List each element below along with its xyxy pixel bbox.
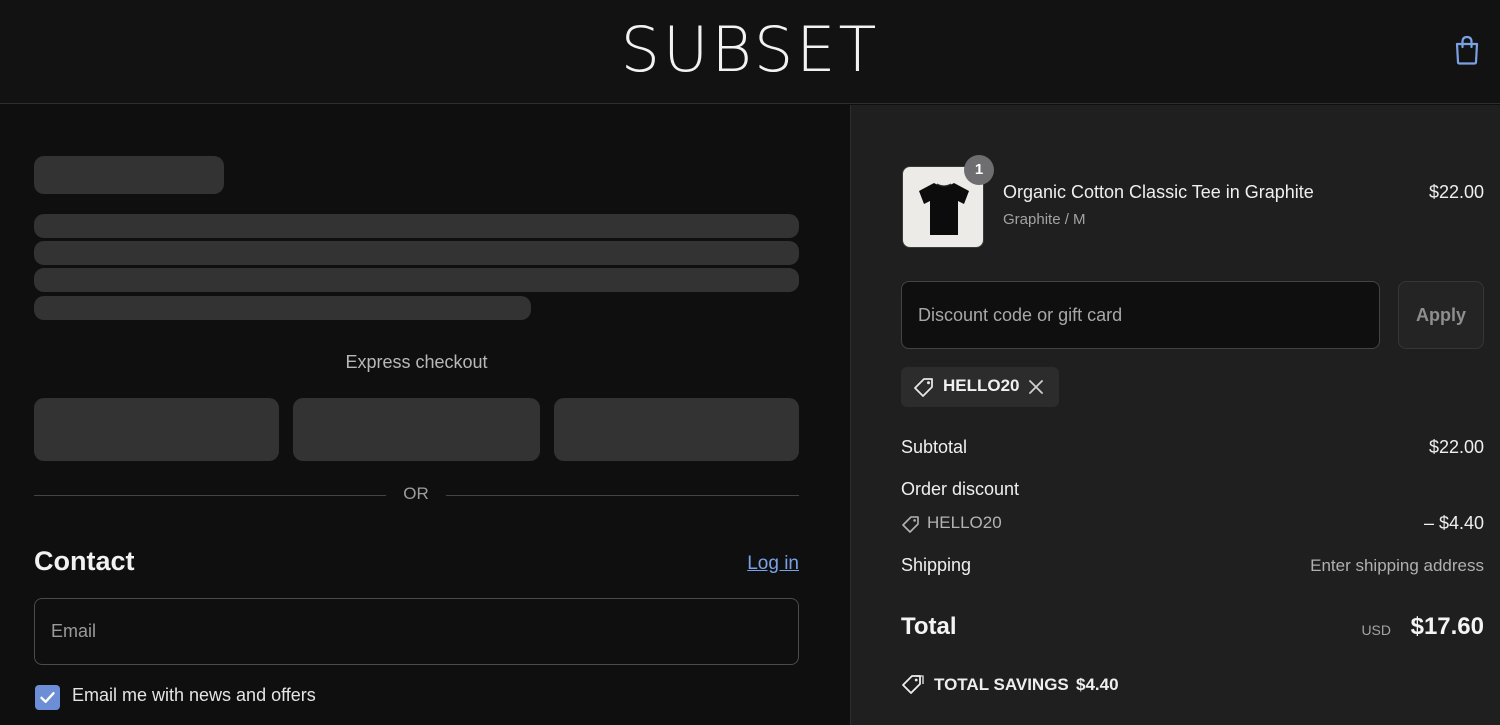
newsletter-checkbox[interactable] bbox=[35, 685, 60, 710]
close-icon[interactable] bbox=[1025, 376, 1047, 398]
order-discount-label: Order discount bbox=[901, 479, 1020, 499]
order-discount-value: – $4.40 bbox=[1423, 513, 1484, 533]
express-checkout-button-3[interactable] bbox=[554, 398, 799, 461]
tag-icon bbox=[914, 378, 933, 397]
total-currency: USD bbox=[1361, 622, 1391, 638]
express-checkout-button-2[interactable] bbox=[293, 398, 540, 461]
product-price: $22.00 bbox=[1428, 182, 1484, 202]
shipping-value: Enter shipping address bbox=[1310, 556, 1484, 575]
or-divider-text: OR bbox=[403, 484, 429, 503]
product-variant: Graphite / M bbox=[1003, 211, 1086, 228]
product-name: Organic Cotton Classic Tee in Graphite bbox=[1003, 182, 1314, 202]
total-label: Total bbox=[901, 613, 957, 640]
skeleton-line bbox=[34, 296, 531, 320]
total-value: $17.60 bbox=[1410, 613, 1484, 640]
shipping-label: Shipping bbox=[901, 555, 972, 575]
applied-discount-chip: HELLO20 bbox=[901, 367, 1059, 407]
site-header: SUBSET bbox=[0, 0, 1500, 104]
skeleton-line bbox=[34, 214, 799, 238]
total-savings-value: $4.40 bbox=[1076, 675, 1119, 694]
quantity-badge: 1 bbox=[964, 155, 994, 185]
login-link[interactable]: Log in bbox=[680, 553, 799, 575]
contact-heading: Contact bbox=[34, 546, 135, 576]
subtotal-value: $22.00 bbox=[1428, 437, 1484, 457]
checkout-form-panel: Express checkout OR Contact Log in Email… bbox=[0, 105, 850, 725]
skeleton-line bbox=[34, 241, 799, 265]
newsletter-label[interactable]: Email me with news and offers bbox=[72, 685, 316, 706]
savings-tag-icon bbox=[902, 675, 924, 694]
order-discount-code: HELLO20 bbox=[927, 513, 1002, 532]
shopping-bag-icon[interactable] bbox=[1453, 35, 1481, 65]
divider-line-right bbox=[446, 495, 799, 496]
express-checkout-button-1[interactable] bbox=[34, 398, 279, 461]
brand-logo[interactable]: SUBSET bbox=[0, 14, 1500, 86]
divider-line-left bbox=[34, 495, 386, 496]
order-summary-panel: 1 Organic Cotton Classic Tee in Graphite… bbox=[850, 105, 1500, 725]
checkmark-icon bbox=[40, 692, 55, 703]
apply-discount-button[interactable]: Apply bbox=[1398, 281, 1484, 349]
subtotal-label: Subtotal bbox=[901, 437, 968, 457]
applied-code-text: HELLO20 bbox=[943, 376, 1020, 395]
tag-icon bbox=[902, 516, 919, 533]
express-checkout-label: Express checkout bbox=[345, 352, 488, 372]
skeleton-line bbox=[34, 268, 799, 292]
email-field[interactable] bbox=[34, 598, 799, 665]
total-savings-label: TOTAL SAVINGS bbox=[934, 675, 1069, 694]
discount-code-input[interactable] bbox=[901, 281, 1380, 349]
skeleton-title bbox=[34, 156, 224, 194]
